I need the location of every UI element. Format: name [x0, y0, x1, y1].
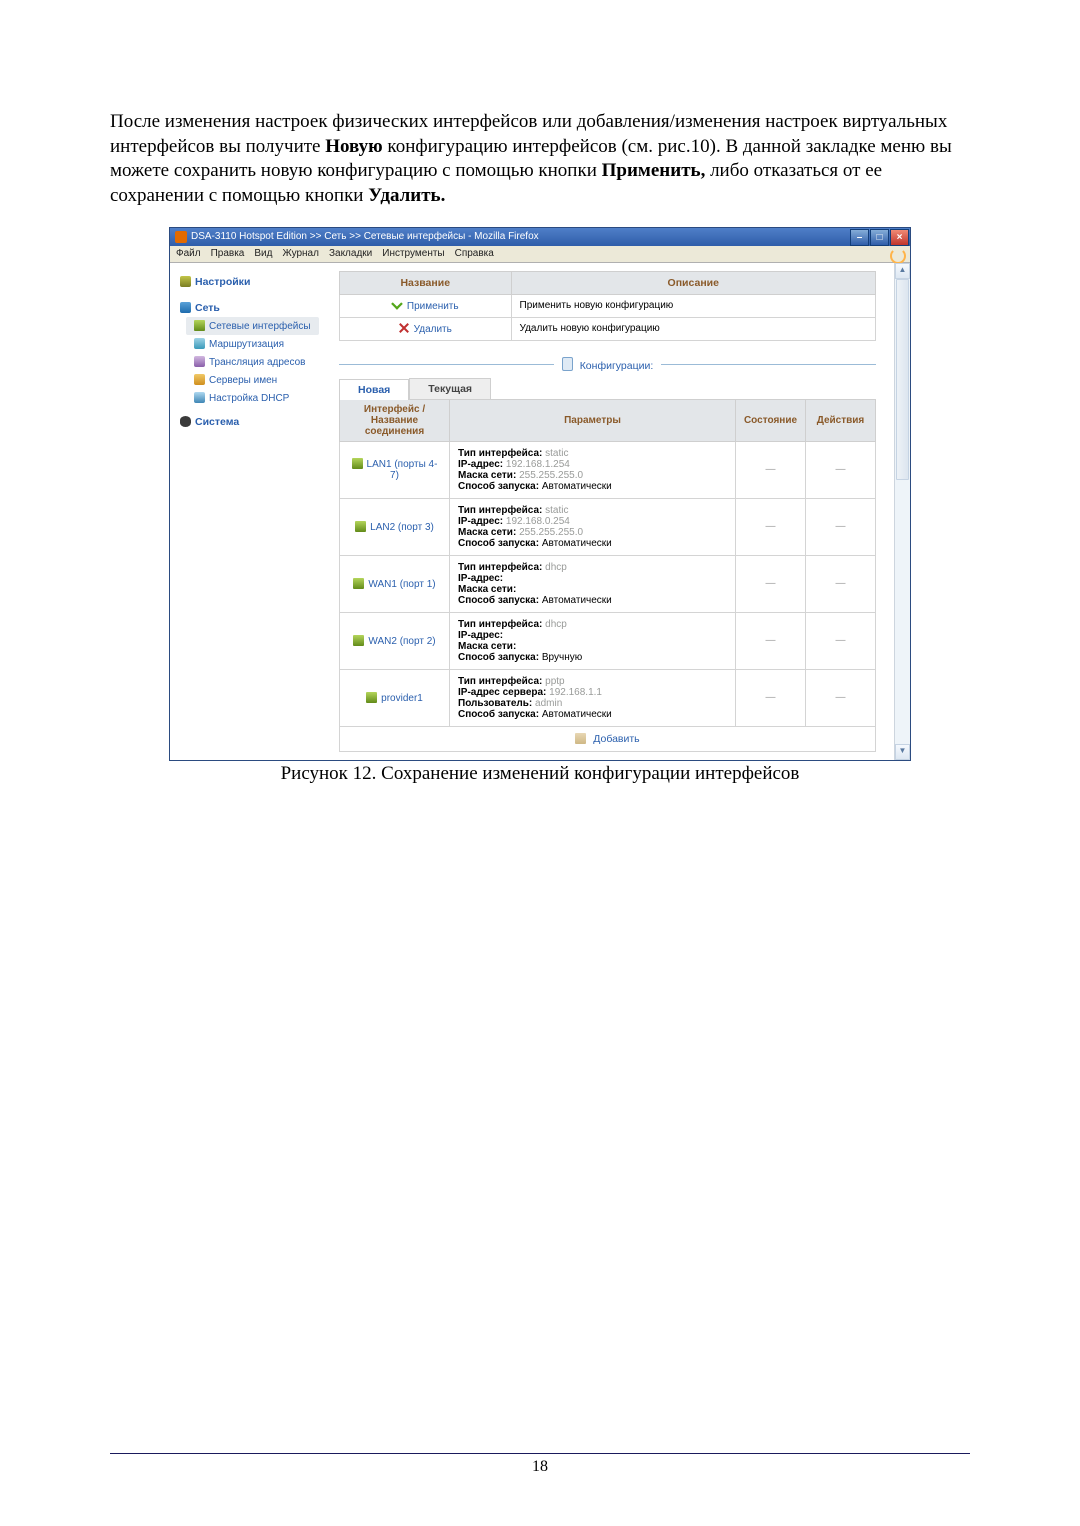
nic-icon [352, 458, 363, 469]
page-number: 18 [110, 1453, 970, 1476]
col-state: Состояние [736, 399, 806, 441]
wrench-icon [180, 276, 191, 287]
iface-params: Тип интерфейса: dhcpIP-адрес: Маска сети… [450, 612, 736, 669]
menu-bookmarks[interactable]: Закладки [329, 248, 372, 259]
delete-button[interactable]: Удалить [399, 324, 452, 335]
scrollbar[interactable]: ▲ ▼ [894, 263, 910, 760]
body-text: После изменения настроек физических инте… [110, 110, 970, 209]
nat-icon [194, 356, 205, 367]
sidebar-network[interactable]: Сеть [180, 299, 319, 317]
throbber-icon [890, 248, 906, 264]
iface-link[interactable]: WAN1 (порт 1) [353, 579, 435, 590]
delete-desc: Удалить новую конфигурацию [511, 317, 875, 340]
col-actions: Действия [806, 399, 876, 441]
browser-window: DSA-3110 Hotspot Edition >> Сеть >> Сете… [169, 227, 911, 761]
table-row: LAN1 (порты 4-7) Тип интерфейса: staticIP… [340, 441, 876, 498]
col-iface: Интерфейс / Название соединения [340, 399, 450, 441]
table-row: LAN2 (порт 3) Тип интерфейса: staticIP-ад… [340, 498, 876, 555]
add-button[interactable]: Добавить [575, 733, 639, 745]
iface-params: Тип интерфейса: staticIP-адрес: 192.168.… [450, 498, 736, 555]
menu-history[interactable]: Журнал [282, 248, 319, 259]
nic-icon [353, 578, 364, 589]
scroll-thumb[interactable] [896, 279, 909, 480]
menubar[interactable]: Файл Правка Вид Журнал Закладки Инструме… [170, 246, 910, 263]
config-tabs: Новая Текущая [339, 378, 876, 399]
check-icon [392, 300, 403, 311]
maximize-button[interactable]: □ [870, 229, 889, 246]
nic-icon [355, 521, 366, 532]
network-icon [180, 302, 191, 313]
sidebar-system[interactable]: Система [180, 413, 319, 431]
menu-view[interactable]: Вид [254, 248, 272, 259]
add-icon [575, 733, 586, 744]
sidebar-item-nat[interactable]: Трансляция адресов [180, 353, 319, 371]
main-panel: Название Описание Применить Применить но… [325, 263, 894, 760]
sidebar-item-routing[interactable]: Маршрутизация [180, 335, 319, 353]
scroll-down-button[interactable]: ▼ [895, 744, 910, 760]
iface-link[interactable]: LAN1 (порты 4-7) [352, 459, 438, 481]
window-title: DSA-3110 Hotspot Edition >> Сеть >> Сете… [191, 231, 539, 242]
scroll-up-button[interactable]: ▲ [895, 263, 910, 279]
dhcp-icon [194, 392, 205, 403]
menu-file[interactable]: Файл [176, 248, 201, 259]
config-icon [562, 357, 573, 371]
minimize-button[interactable]: – [850, 229, 869, 246]
figure-caption: Рисунок 12. Сохранение изменений конфигу… [110, 763, 970, 785]
table-row: provider1 Тип интерфейса: pptp IP-адрес … [340, 669, 876, 726]
dns-icon [194, 374, 205, 385]
menu-edit[interactable]: Правка [211, 248, 245, 259]
app-icon [175, 231, 187, 243]
routing-icon [194, 338, 205, 349]
col-name: Название [340, 271, 512, 294]
apply-button[interactable]: Применить [392, 301, 459, 312]
table-row: WAN2 (порт 2) Тип интерфейса: dhcpIP-адре… [340, 612, 876, 669]
tab-new[interactable]: Новая [339, 379, 409, 400]
sidebar: Настройки Сеть Сетевые интерфейсы Маршру… [170, 263, 325, 760]
nic-icon [194, 320, 205, 331]
sidebar-item-dhcp[interactable]: Настройка DHCP [180, 389, 319, 407]
sidebar-item-dns[interactable]: Серверы имен [180, 371, 319, 389]
iface-link[interactable]: WAN2 (порт 2) [353, 636, 435, 647]
iface-params: Тип интерфейса: dhcpIP-адрес: Маска сети… [450, 555, 736, 612]
apply-desc: Применить новую конфигурацию [511, 294, 875, 317]
iface-params: Тип интерфейса: staticIP-адрес: 192.168.… [450, 441, 736, 498]
sidebar-item-interfaces[interactable]: Сетевые интерфейсы [186, 317, 319, 335]
tab-current[interactable]: Текущая [409, 378, 491, 399]
menu-help[interactable]: Справка [455, 248, 494, 259]
system-icon [180, 416, 191, 427]
actions-table: Название Описание Применить Применить но… [339, 271, 876, 341]
iface-link[interactable]: provider1 [366, 693, 423, 704]
menu-tools[interactable]: Инструменты [382, 248, 444, 259]
nic-icon [366, 692, 377, 703]
iface-params: Тип интерфейса: pptp IP-адрес сервера: 1… [450, 669, 736, 726]
close-button[interactable]: × [890, 229, 909, 246]
col-params: Параметры [450, 399, 736, 441]
nic-icon [353, 635, 364, 646]
table-row: WAN1 (порт 1) Тип интерфейса: dhcpIP-адре… [340, 555, 876, 612]
iface-link[interactable]: LAN2 (порт 3) [355, 522, 434, 533]
x-icon [399, 323, 410, 334]
titlebar[interactable]: DSA-3110 Hotspot Edition >> Сеть >> Сете… [170, 228, 910, 246]
configurations-header: Конфигурации: [339, 357, 876, 372]
col-desc: Описание [511, 271, 875, 294]
sidebar-settings[interactable]: Настройки [180, 273, 319, 291]
interfaces-table: Интерфейс / Название соединения Параметр… [339, 399, 876, 752]
